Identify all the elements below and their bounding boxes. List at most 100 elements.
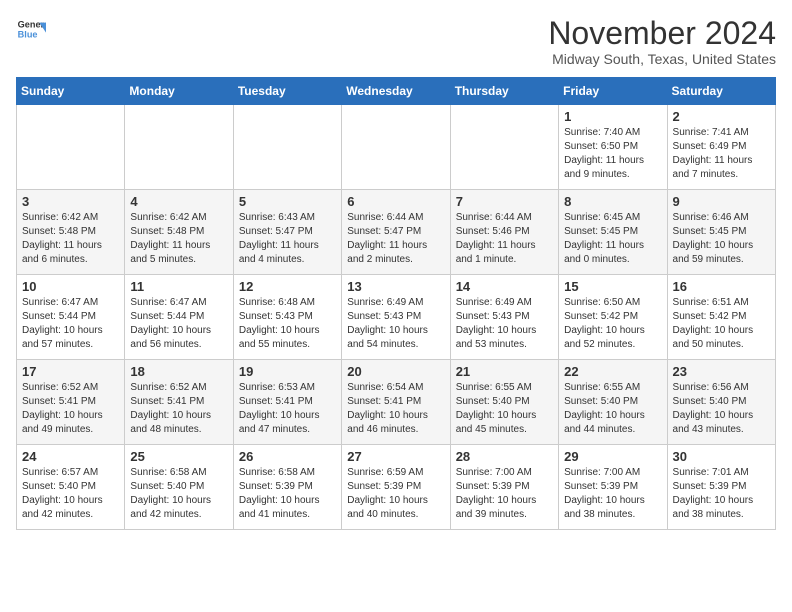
weekday-header-friday: Friday	[559, 78, 667, 105]
calendar-cell: 14 Sunrise: 6:49 AM Sunset: 5:43 PM Dayli…	[450, 275, 558, 360]
calendar-table: SundayMondayTuesdayWednesdayThursdayFrid…	[16, 77, 776, 530]
day-number: 9	[673, 194, 770, 209]
calendar-cell: 28 Sunrise: 7:00 AM Sunset: 5:39 PM Dayli…	[450, 445, 558, 530]
cell-info: Sunrise: 6:59 AM Sunset: 5:39 PM Dayligh…	[347, 466, 444, 522]
cell-info: Sunrise: 6:55 AM Sunset: 5:40 PM Dayligh…	[564, 381, 661, 437]
cell-info: Sunrise: 6:52 AM Sunset: 5:41 PM Dayligh…	[22, 381, 119, 437]
calendar-cell: 7 Sunrise: 6:44 AM Sunset: 5:46 PM Daylig…	[450, 190, 558, 275]
day-number: 13	[347, 279, 444, 294]
weekday-header-thursday: Thursday	[450, 78, 558, 105]
day-number: 7	[456, 194, 553, 209]
calendar-cell: 21 Sunrise: 6:55 AM Sunset: 5:40 PM Dayli…	[450, 360, 558, 445]
day-number: 18	[130, 364, 227, 379]
day-number: 1	[564, 109, 661, 124]
calendar-cell: 11Sunrise: 6:47 AM Sunset: 5:44 PM Dayli…	[125, 275, 233, 360]
cell-info: Sunrise: 6:45 AM Sunset: 5:45 PM Dayligh…	[564, 211, 661, 267]
cell-info: Sunrise: 6:49 AM Sunset: 5:43 PM Dayligh…	[347, 296, 444, 352]
cell-info: Sunrise: 6:51 AM Sunset: 5:42 PM Dayligh…	[673, 296, 770, 352]
day-number: 16	[673, 279, 770, 294]
calendar-cell: 29 Sunrise: 7:00 AM Sunset: 5:39 PM Dayli…	[559, 445, 667, 530]
calendar-cell: 20 Sunrise: 6:54 AM Sunset: 5:41 PM Dayli…	[342, 360, 450, 445]
calendar-week-4: 17Sunrise: 6:52 AM Sunset: 5:41 PM Dayli…	[17, 360, 776, 445]
cell-info: Sunrise: 6:52 AM Sunset: 5:41 PM Dayligh…	[130, 381, 227, 437]
day-number: 20	[347, 364, 444, 379]
calendar-cell: 4Sunrise: 6:42 AM Sunset: 5:48 PM Daylig…	[125, 190, 233, 275]
day-number: 2	[673, 109, 770, 124]
cell-info: Sunrise: 7:01 AM Sunset: 5:39 PM Dayligh…	[673, 466, 770, 522]
day-number: 25	[130, 449, 227, 464]
calendar-cell	[450, 105, 558, 190]
title-area: November 2024 Midway South, Texas, Unite…	[548, 16, 776, 67]
cell-info: Sunrise: 6:44 AM Sunset: 5:47 PM Dayligh…	[347, 211, 444, 267]
calendar-cell: 13 Sunrise: 6:49 AM Sunset: 5:43 PM Dayli…	[342, 275, 450, 360]
cell-info: Sunrise: 6:54 AM Sunset: 5:41 PM Dayligh…	[347, 381, 444, 437]
calendar-cell: 6 Sunrise: 6:44 AM Sunset: 5:47 PM Daylig…	[342, 190, 450, 275]
day-number: 22	[564, 364, 661, 379]
cell-info: Sunrise: 6:46 AM Sunset: 5:45 PM Dayligh…	[673, 211, 770, 267]
weekday-header-tuesday: Tuesday	[233, 78, 341, 105]
cell-info: Sunrise: 7:40 AM Sunset: 6:50 PM Dayligh…	[564, 126, 661, 182]
day-number: 10	[22, 279, 119, 294]
calendar-cell	[233, 105, 341, 190]
cell-info: Sunrise: 6:48 AM Sunset: 5:43 PM Dayligh…	[239, 296, 336, 352]
day-number: 28	[456, 449, 553, 464]
cell-info: Sunrise: 6:47 AM Sunset: 5:44 PM Dayligh…	[130, 296, 227, 352]
cell-info: Sunrise: 6:58 AM Sunset: 5:39 PM Dayligh…	[239, 466, 336, 522]
day-number: 30	[673, 449, 770, 464]
calendar-cell: 23Sunrise: 6:56 AM Sunset: 5:40 PM Dayli…	[667, 360, 775, 445]
cell-info: Sunrise: 6:44 AM Sunset: 5:46 PM Dayligh…	[456, 211, 553, 267]
calendar-week-5: 24Sunrise: 6:57 AM Sunset: 5:40 PM Dayli…	[17, 445, 776, 530]
day-number: 12	[239, 279, 336, 294]
calendar-cell: 10 Sunrise: 6:47 AM Sunset: 5:44 PM Dayli…	[17, 275, 125, 360]
calendar-cell: 30 Sunrise: 7:01 AM Sunset: 5:39 PM Dayli…	[667, 445, 775, 530]
calendar-week-1: 1 Sunrise: 7:40 AM Sunset: 6:50 PM Daylig…	[17, 105, 776, 190]
calendar-cell: 24Sunrise: 6:57 AM Sunset: 5:40 PM Dayli…	[17, 445, 125, 530]
day-number: 27	[347, 449, 444, 464]
cell-info: Sunrise: 6:43 AM Sunset: 5:47 PM Dayligh…	[239, 211, 336, 267]
cell-info: Sunrise: 6:55 AM Sunset: 5:40 PM Dayligh…	[456, 381, 553, 437]
cell-info: Sunrise: 7:00 AM Sunset: 5:39 PM Dayligh…	[456, 466, 553, 522]
calendar-cell: 17Sunrise: 6:52 AM Sunset: 5:41 PM Dayli…	[17, 360, 125, 445]
cell-info: Sunrise: 7:00 AM Sunset: 5:39 PM Dayligh…	[564, 466, 661, 522]
calendar-cell: 1 Sunrise: 7:40 AM Sunset: 6:50 PM Daylig…	[559, 105, 667, 190]
weekday-header-wednesday: Wednesday	[342, 78, 450, 105]
cell-info: Sunrise: 6:53 AM Sunset: 5:41 PM Dayligh…	[239, 381, 336, 437]
calendar-cell: 12 Sunrise: 6:48 AM Sunset: 5:43 PM Dayli…	[233, 275, 341, 360]
cell-info: Sunrise: 7:41 AM Sunset: 6:49 PM Dayligh…	[673, 126, 770, 182]
calendar-cell: 27 Sunrise: 6:59 AM Sunset: 5:39 PM Dayli…	[342, 445, 450, 530]
calendar-cell: 19 Sunrise: 6:53 AM Sunset: 5:41 PM Dayli…	[233, 360, 341, 445]
page-subtitle: Midway South, Texas, United States	[548, 51, 776, 67]
svg-text:Blue: Blue	[18, 30, 38, 40]
calendar-cell: 5 Sunrise: 6:43 AM Sunset: 5:47 PM Daylig…	[233, 190, 341, 275]
day-number: 21	[456, 364, 553, 379]
cell-info: Sunrise: 6:56 AM Sunset: 5:40 PM Dayligh…	[673, 381, 770, 437]
day-number: 5	[239, 194, 336, 209]
cell-info: Sunrise: 6:42 AM Sunset: 5:48 PM Dayligh…	[22, 211, 119, 267]
calendar-cell: 22 Sunrise: 6:55 AM Sunset: 5:40 PM Dayli…	[559, 360, 667, 445]
weekday-header-sunday: Sunday	[17, 78, 125, 105]
calendar-cell	[125, 105, 233, 190]
calendar-cell: 18 Sunrise: 6:52 AM Sunset: 5:41 PM Dayli…	[125, 360, 233, 445]
day-number: 8	[564, 194, 661, 209]
header: General Blue November 2024 Midway South,…	[16, 16, 776, 67]
day-number: 14	[456, 279, 553, 294]
cell-info: Sunrise: 6:50 AM Sunset: 5:42 PM Dayligh…	[564, 296, 661, 352]
calendar-cell: 8 Sunrise: 6:45 AM Sunset: 5:45 PM Daylig…	[559, 190, 667, 275]
day-number: 4	[130, 194, 227, 209]
calendar-cell: 25 Sunrise: 6:58 AM Sunset: 5:40 PM Dayli…	[125, 445, 233, 530]
logo: General Blue	[16, 16, 46, 46]
day-number: 29	[564, 449, 661, 464]
cell-info: Sunrise: 6:57 AM Sunset: 5:40 PM Dayligh…	[22, 466, 119, 522]
day-number: 19	[239, 364, 336, 379]
cell-info: Sunrise: 6:58 AM Sunset: 5:40 PM Dayligh…	[130, 466, 227, 522]
calendar-cell	[342, 105, 450, 190]
calendar-cell	[17, 105, 125, 190]
cell-info: Sunrise: 6:49 AM Sunset: 5:43 PM Dayligh…	[456, 296, 553, 352]
calendar-week-2: 3 Sunrise: 6:42 AM Sunset: 5:48 PM Daylig…	[17, 190, 776, 275]
calendar-cell: 16 Sunrise: 6:51 AM Sunset: 5:42 PM Dayli…	[667, 275, 775, 360]
calendar-cell: 15Sunrise: 6:50 AM Sunset: 5:42 PM Dayli…	[559, 275, 667, 360]
cell-info: Sunrise: 6:47 AM Sunset: 5:44 PM Dayligh…	[22, 296, 119, 352]
logo-icon: General Blue	[16, 16, 46, 46]
day-number: 3	[22, 194, 119, 209]
day-number: 6	[347, 194, 444, 209]
